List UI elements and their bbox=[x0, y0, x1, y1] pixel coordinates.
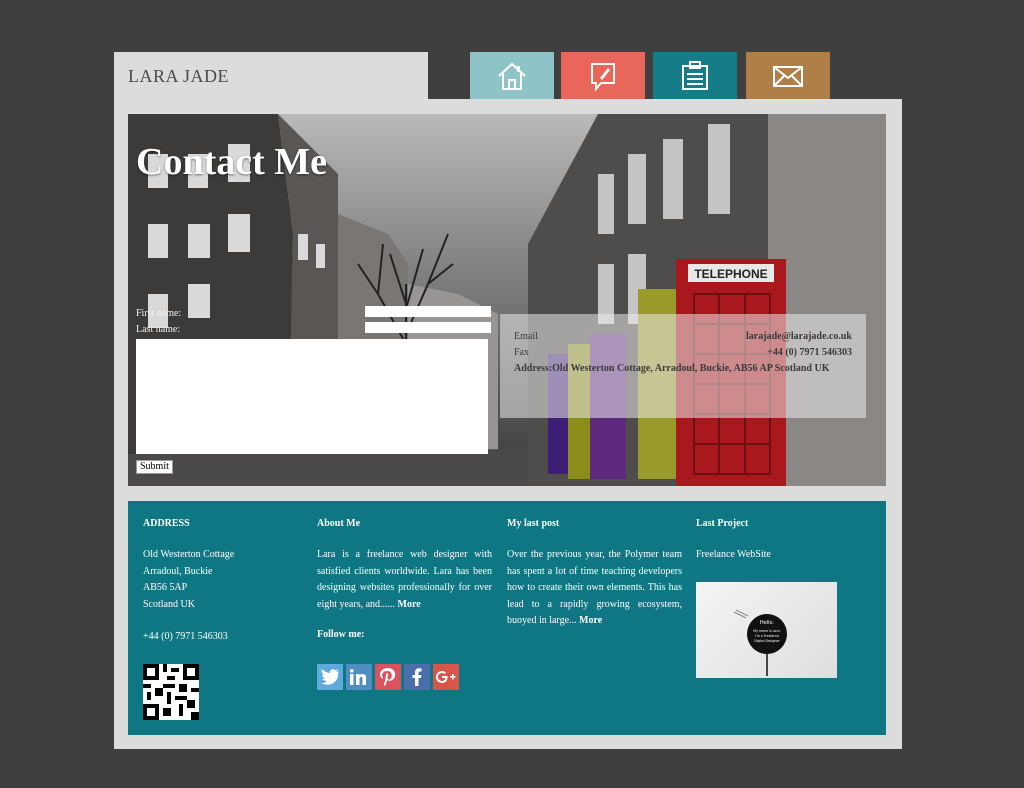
message-textarea[interactable] bbox=[136, 339, 488, 454]
address-line: Arradoul, Buckie bbox=[143, 565, 213, 577]
google-plus-icon[interactable] bbox=[433, 664, 459, 690]
qr-code bbox=[143, 664, 199, 720]
about-heading: About Me bbox=[317, 518, 361, 529]
footer-address-column: ADDRESS Old Westerton Cottage Arradoul, … bbox=[143, 518, 303, 646]
address-line: Scotland UK bbox=[143, 598, 195, 610]
svg-text:Hello.: Hello. bbox=[760, 620, 775, 626]
twitter-icon[interactable] bbox=[317, 664, 343, 690]
submit-button[interactable]: Submit bbox=[136, 460, 173, 474]
address-line: AB56 5AP bbox=[143, 582, 188, 593]
mail-icon bbox=[773, 65, 803, 87]
address-line: Old Westerton Cottage bbox=[143, 549, 235, 560]
about-more-link[interactable]: More bbox=[398, 599, 421, 610]
footer: ADDRESS Old Westerton Cottage Arradoul, … bbox=[128, 501, 886, 735]
first-name-input[interactable] bbox=[365, 306, 491, 317]
fax-value: +44 (0) 7971 546303 bbox=[767, 347, 852, 358]
footer-about-column: About Me Lara is a freelance web designe… bbox=[317, 518, 492, 640]
hero-section: TELEPHONE Contact Me First name: Last na… bbox=[128, 114, 886, 486]
last-project-thumbnail[interactable]: Hello. My name is Lara. I'm a Freelance … bbox=[696, 582, 837, 678]
follow-heading: Follow me: bbox=[317, 629, 365, 640]
svg-text:Digital Designer: Digital Designer bbox=[754, 639, 780, 643]
nav-contact-button[interactable] bbox=[746, 52, 830, 99]
last-post-more-link[interactable]: More bbox=[579, 615, 602, 626]
address-row: Address:Old Westerton Cottage, Arradoul,… bbox=[514, 363, 830, 374]
project-thumbnail-image: Hello. My name is Lara. I'm a Freelance … bbox=[733, 609, 787, 676]
contact-info-box: Email larajade@larajade.co.uk Fax +44 (0… bbox=[500, 314, 866, 418]
last-project-heading: Last Project bbox=[696, 518, 749, 529]
clipboard-icon bbox=[682, 60, 708, 90]
nav-portfolio-button[interactable] bbox=[653, 52, 737, 99]
last-name-label: Last name: bbox=[136, 324, 181, 335]
pinterest-icon[interactable] bbox=[375, 664, 401, 690]
nav-home-button[interactable] bbox=[470, 52, 554, 99]
blog-icon bbox=[591, 62, 615, 92]
address-heading: ADDRESS bbox=[143, 518, 190, 529]
facebook-icon[interactable] bbox=[404, 664, 430, 690]
nav-blog-button[interactable] bbox=[561, 52, 645, 99]
svg-text:I'm a Freelance: I'm a Freelance bbox=[755, 634, 779, 638]
email-label: Email bbox=[514, 331, 538, 342]
email-value[interactable]: larajade@larajade.co.uk bbox=[746, 331, 852, 342]
site-brand[interactable]: LARA JADE bbox=[128, 66, 229, 87]
page-title: Contact Me bbox=[136, 141, 327, 183]
qr-code-icon bbox=[143, 664, 199, 720]
footer-post-column: My last post Over the previous year, the… bbox=[507, 518, 682, 630]
telephone-sign: TELEPHONE bbox=[694, 267, 767, 281]
home-icon bbox=[498, 62, 526, 90]
first-name-label: First name: bbox=[136, 308, 182, 319]
last-name-input[interactable] bbox=[365, 322, 491, 333]
footer-project-column: Last Project Freelance WebSite bbox=[696, 518, 871, 564]
last-project-name[interactable]: Freelance WebSite bbox=[696, 547, 871, 564]
fax-label: Fax bbox=[514, 347, 529, 358]
brand-tab: LARA JADE bbox=[114, 52, 428, 102]
svg-text:My name is Lara.: My name is Lara. bbox=[753, 629, 780, 633]
linkedin-icon[interactable] bbox=[346, 664, 372, 690]
social-links bbox=[317, 664, 459, 690]
last-post-heading: My last post bbox=[507, 518, 560, 529]
phone-number: +44 (0) 7971 546303 bbox=[143, 631, 228, 642]
